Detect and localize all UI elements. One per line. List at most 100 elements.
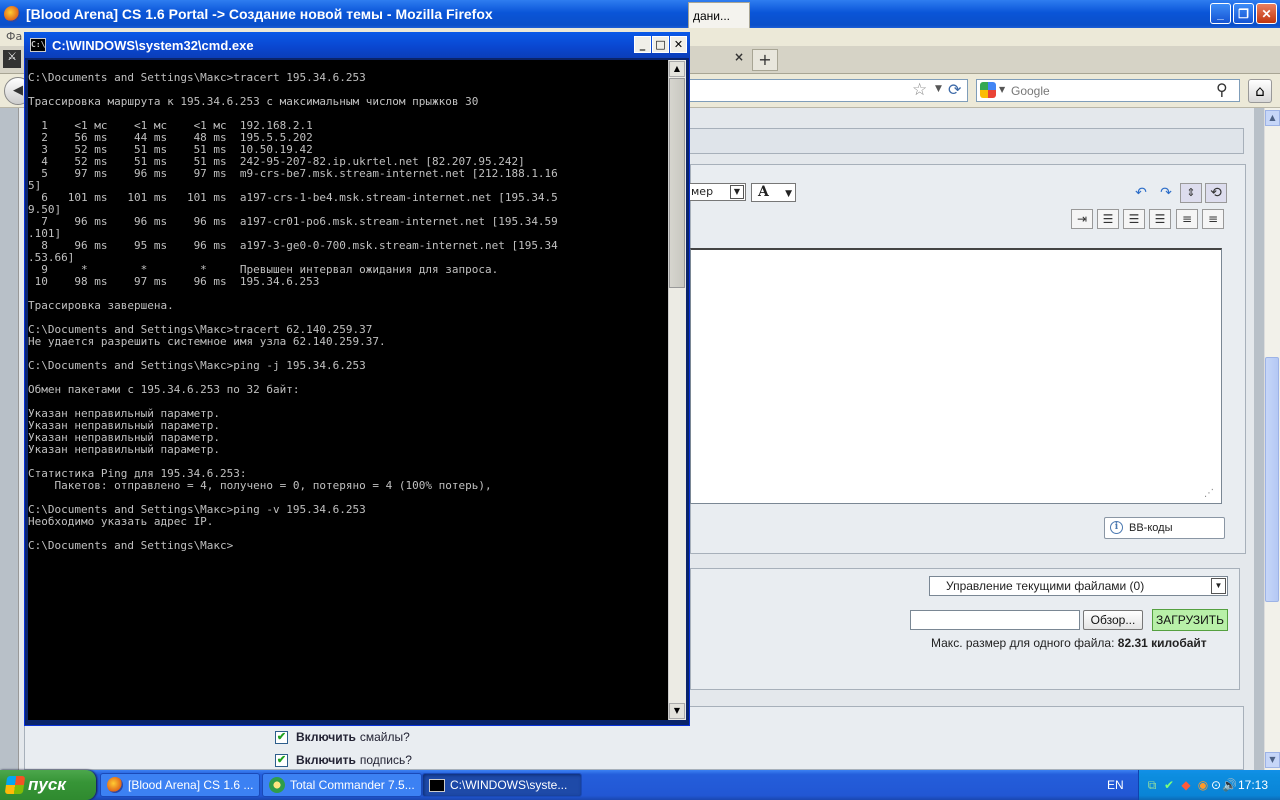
language-indicator[interactable]: EN: [1107, 778, 1124, 792]
enable-signature-text: подпись?: [359, 753, 412, 767]
site-favicon-icon[interactable]: ⚔: [3, 50, 21, 68]
taskbar-item-firefox[interactable]: [Blood Arena] CS 1.6 ...: [100, 773, 260, 797]
enable-smileys-bold: Включить: [296, 730, 356, 744]
font-size-select[interactable]: мер ▼: [688, 183, 746, 201]
enable-smileys-text: смайлы?: [359, 730, 410, 744]
cmd-scroll-up-icon[interactable]: ▲: [669, 61, 685, 77]
info-icon: i: [1110, 521, 1123, 534]
cmd-line: Обмен пакетами с 195.34.6.253 по 32 байт…: [28, 383, 300, 396]
taskbar-item-label: C:\WINDOWS\syste...: [450, 778, 568, 792]
browse-button[interactable]: Обзор...: [1083, 610, 1143, 630]
max-size-value: 82.31 килобайт: [1117, 636, 1207, 650]
page-scrollbar-thumb[interactable]: [1265, 357, 1279, 602]
undo-icon[interactable]: ↶: [1130, 183, 1152, 203]
cmd-line: Пакетов: отправлено = 4, получено = 0, п…: [28, 479, 492, 492]
minimize-button[interactable]: _: [1210, 3, 1231, 24]
cmd-scrollbar-thumb[interactable]: [669, 78, 685, 288]
bullet-list-icon[interactable]: ≡: [1202, 209, 1224, 229]
taskbar-item-cmd[interactable]: C:\WINDOWS\syste...: [422, 773, 582, 797]
cmd-close-button[interactable]: ✕: [670, 36, 687, 53]
max-file-size-note: Макс. размер для одного файла: 82.31 кил…: [931, 636, 1207, 650]
cmd-icon: [429, 778, 445, 792]
firefox-icon: [107, 777, 123, 793]
cmd-window-controls: _ □ ✕: [634, 36, 687, 53]
cmd-line: 6 101 ms 101 ms 101 ms a197-crs-1-be4.ms…: [28, 191, 558, 204]
cmd-output: C:\Documents and Settings\Макс>tracert 1…: [28, 72, 668, 552]
cmd-line: 10 98 ms 97 ms 96 ms 195.34.6.253: [28, 275, 320, 288]
cmd-icon: C:\: [30, 38, 46, 52]
antivirus-icon[interactable]: ◆: [1179, 778, 1193, 792]
enable-signature-option[interactable]: ✔ Включить подпись?: [275, 753, 412, 767]
post-textarea[interactable]: [690, 248, 1222, 504]
cmd-titlebar[interactable]: C:\ C:\WINDOWS\system32\cmd.exe: [24, 32, 690, 58]
cmd-maximize-button[interactable]: □: [652, 36, 669, 53]
firefox-titlebar[interactable]: [Blood Arena] CS 1.6 Portal -> Создание …: [0, 0, 1280, 28]
enable-signature-bold: Включить: [296, 753, 356, 767]
url-dropdown-icon[interactable]: ▼: [935, 84, 942, 94]
numbered-list-icon[interactable]: ≡: [1176, 209, 1198, 229]
taskbar-item-total-commander[interactable]: Total Commander 7.5...: [262, 773, 422, 797]
alert-icon[interactable]: ◉: [1196, 778, 1210, 792]
start-button[interactable]: пуск: [0, 770, 96, 800]
upload-button[interactable]: ЗАГРУЗИТЬ: [1152, 609, 1228, 631]
enable-smileys-option[interactable]: ✔ Включить смайлы?: [275, 730, 410, 744]
cmd-line: Необходимо указать адрес IP.: [28, 515, 214, 528]
manage-files-value: Управление текущими файлами (0): [946, 579, 1145, 593]
search-engine-dropdown-icon[interactable]: ▼: [999, 85, 1005, 94]
cmd-line: 7 96 ms 96 ms 96 ms a197-cr01-po6.msk.st…: [28, 215, 558, 228]
firefox-window-controls: _ ❐ ✕: [1210, 3, 1277, 24]
chevron-down-icon: ▼: [1211, 578, 1226, 594]
resize-editor-icon[interactable]: ⇕: [1180, 183, 1202, 203]
reload-icon[interactable]: ⟳: [948, 80, 961, 99]
toggle-mode-icon[interactable]: ⟲: [1205, 183, 1227, 203]
total-commander-icon: [269, 777, 285, 793]
font-color-button[interactable]: A ▼: [751, 183, 796, 202]
security-check-icon[interactable]: ✔: [1162, 778, 1176, 792]
cmd-window-title: C:\WINDOWS\system32\cmd.exe: [52, 37, 254, 53]
cmd-line: 5 97 ms 96 ms 97 ms m9-crs-be7.msk.strea…: [28, 167, 558, 180]
search-placeholder: Google: [1011, 84, 1050, 98]
cmd-line: Указан неправильный параметр.: [28, 443, 221, 456]
close-button[interactable]: ✕: [1256, 3, 1277, 24]
align-left-icon[interactable]: ☰: [1097, 209, 1119, 229]
volume-icon[interactable]: 🔊: [1222, 778, 1237, 792]
max-size-label: Макс. размер для одного файла:: [931, 636, 1115, 650]
align-center-icon[interactable]: ☰: [1123, 209, 1145, 229]
firefox-window-title: [Blood Arena] CS 1.6 Portal -> Создание …: [26, 6, 493, 22]
checkbox-checked-icon[interactable]: ✔: [275, 753, 288, 767]
scroll-down-icon[interactable]: ▼: [1265, 752, 1280, 768]
menu-file[interactable]: Фа: [6, 30, 22, 43]
firefox-icon: [4, 6, 20, 22]
cmd-scroll-down-icon[interactable]: ▼: [669, 703, 685, 719]
font-color-label: A: [758, 184, 769, 200]
bookmark-star-icon[interactable]: ☆: [912, 80, 927, 100]
cmd-line: C:\Documents and Settings\Макс>: [28, 539, 234, 552]
cmd-line: Трассировка маршрута к 195.34.6.253 с ма…: [28, 95, 479, 108]
cmd-line: Не удается разрешить системное имя узла …: [28, 335, 386, 348]
google-icon[interactable]: [980, 82, 996, 98]
align-right-icon[interactable]: ☰: [1149, 209, 1171, 229]
chevron-down-icon: ▼: [730, 185, 744, 199]
cmd-line: 8 96 ms 95 ms 96 ms a197-3-ge0-0-700.msk…: [28, 239, 558, 252]
font-size-value: мер: [691, 185, 714, 198]
cmd-minimize-button[interactable]: _: [634, 36, 651, 53]
network-icon[interactable]: ⧉: [1145, 778, 1159, 792]
maximize-button[interactable]: ❐: [1233, 3, 1254, 24]
checkbox-checked-icon[interactable]: ✔: [275, 730, 288, 744]
chevron-down-icon: ▼: [785, 189, 792, 199]
redo-icon[interactable]: ↷: [1155, 183, 1177, 203]
file-path-input[interactable]: [910, 610, 1080, 630]
search-icon[interactable]: ⚲: [1216, 80, 1228, 99]
resize-grip-icon[interactable]: ⋰: [1204, 488, 1214, 499]
taskbar-item-label: Total Commander 7.5...: [290, 778, 415, 792]
manage-files-select[interactable]: Управление текущими файлами (0) ▼: [929, 576, 1228, 596]
home-button[interactable]: ⌂: [1248, 79, 1272, 103]
indent-icon[interactable]: ⇥: [1071, 209, 1093, 229]
update-icon[interactable]: ⊙: [1209, 778, 1223, 792]
new-tab-button[interactable]: +: [752, 49, 778, 71]
scroll-up-icon[interactable]: ▲: [1265, 110, 1280, 126]
clock: 17:13: [1238, 778, 1269, 792]
tab-close-icon[interactable]: ×: [734, 50, 744, 64]
cmd-line: Трассировка завершена.: [28, 299, 174, 312]
tab-active[interactable]: дани...: [688, 2, 750, 28]
